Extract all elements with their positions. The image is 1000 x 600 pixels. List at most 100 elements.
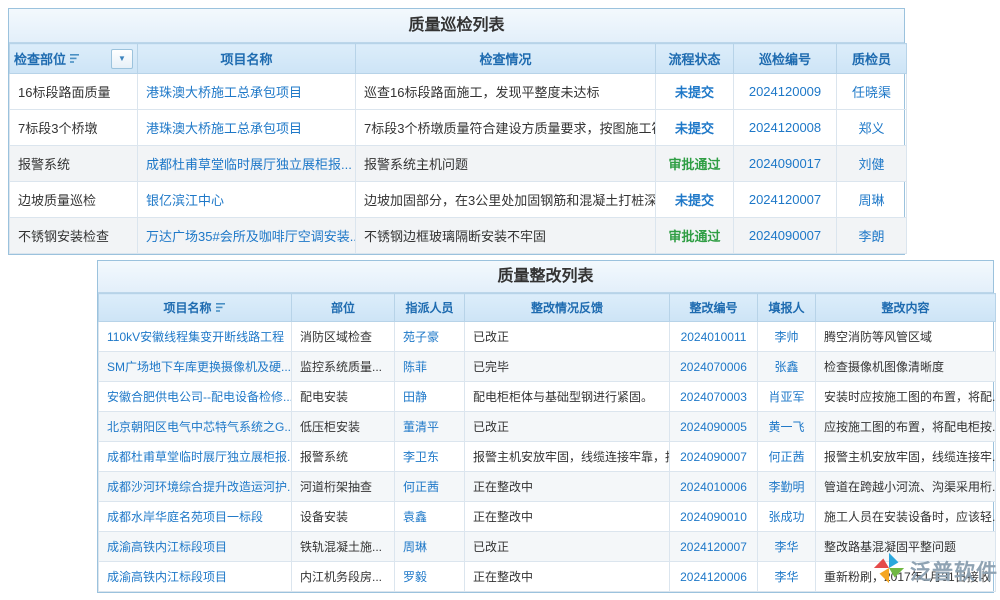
cell-feedback: 正在整改中 xyxy=(465,562,670,592)
cell-code-link[interactable]: 2024120009 xyxy=(734,74,837,110)
cell-assignee-link[interactable]: 罗毅 xyxy=(395,562,465,592)
table-row: SM广场地下车库更换摄像机及硬... 监控系统质量... 陈菲 已完毕 2024… xyxy=(99,352,996,382)
cell-reporter-link[interactable]: 李帅 xyxy=(758,322,816,352)
caret-down-icon: ▼ xyxy=(118,54,126,63)
col-header-check-part[interactable]: 检查部位 ▼ xyxy=(10,44,138,74)
cell-project-link[interactable]: 北京朝阳区电气中芯特气系统之G... xyxy=(99,412,292,442)
cell-part: 报警系统 xyxy=(10,146,138,182)
cell-code-link[interactable]: 2024090005 xyxy=(670,412,758,442)
cell-code-link[interactable]: 2024090017 xyxy=(734,146,837,182)
cell-code-link[interactable]: 2024010011 xyxy=(670,322,758,352)
table-row: 成都沙河环境综合提升改造运河护... 河道桁架抽查 何正茜 正在整改中 2024… xyxy=(99,472,996,502)
cell-content: 应按施工图的布置，将配电柜按... xyxy=(816,412,996,442)
cell-part: 河道桁架抽查 xyxy=(292,472,395,502)
cell-reporter-link[interactable]: 黄一飞 xyxy=(758,412,816,442)
col-header-detail[interactable]: 检查情况 xyxy=(356,44,656,74)
cell-reporter-link[interactable]: 张成功 xyxy=(758,502,816,532)
cell-assignee-link[interactable]: 田静 xyxy=(395,382,465,412)
cell-assignee-link[interactable]: 周琳 xyxy=(395,532,465,562)
cell-part: 监控系统质量... xyxy=(292,352,395,382)
cell-code-link[interactable]: 2024120008 xyxy=(734,110,837,146)
rectification-table: 项目名称 部位 指派人员 整改情况反馈 整改编号 填报人 整改内容 110kV安… xyxy=(98,293,996,592)
cell-project-link[interactable]: 安徽合肥供电公司--配电设备检修... xyxy=(99,382,292,412)
col-header-code[interactable]: 巡检编号 xyxy=(734,44,837,74)
cell-assignee-link[interactable]: 陈菲 xyxy=(395,352,465,382)
col-header-check-part-label: 检查部位 xyxy=(14,49,66,68)
cell-feedback: 已改正 xyxy=(465,322,670,352)
cell-code-link[interactable]: 2024090007 xyxy=(734,218,837,254)
col-header-reporter[interactable]: 填报人 xyxy=(758,294,816,322)
cell-code-link[interactable]: 2024070003 xyxy=(670,382,758,412)
cell-project-link[interactable]: 港珠澳大桥施工总承包项目 xyxy=(138,74,356,110)
cell-detail: 报警系统主机问题 xyxy=(356,146,656,182)
cell-code-link[interactable]: 2024090010 xyxy=(670,502,758,532)
cell-code-link[interactable]: 2024010006 xyxy=(670,472,758,502)
cell-project-link[interactable]: 万达广场35#会所及咖啡厅空调安装... xyxy=(138,218,356,254)
inspection-title: 质量巡检列表 xyxy=(9,9,904,43)
status-badge: 未提交 xyxy=(656,74,734,110)
col-header-project[interactable]: 项目名称 xyxy=(138,44,356,74)
cell-detail: 不锈钢边框玻璃隔断安装不牢固 xyxy=(356,218,656,254)
table-row: 成都水岸华庭名苑项目一标段 设备安装 袁鑫 正在整改中 2024090010 张… xyxy=(99,502,996,532)
cell-assignee-link[interactable]: 苑子豪 xyxy=(395,322,465,352)
cell-content: 施工人员在安装设备时，应该轻... xyxy=(816,502,996,532)
cell-code-link[interactable]: 2024120007 xyxy=(734,182,837,218)
cell-feedback: 已改正 xyxy=(465,532,670,562)
cell-part: 铁轨混凝土施... xyxy=(292,532,395,562)
cell-reporter-link[interactable]: 李勤明 xyxy=(758,472,816,502)
cell-project-link[interactable]: 成都杜甫草堂临时展厅独立展柜报... xyxy=(99,442,292,472)
brand-watermark: 泛普软件 xyxy=(872,551,998,590)
cell-reporter-link[interactable]: 李华 xyxy=(758,532,816,562)
cell-project-link[interactable]: 110kV安徽线程集变开断线路工程 xyxy=(99,322,292,352)
col-header-feedback[interactable]: 整改情况反馈 xyxy=(465,294,670,322)
status-badge: 未提交 xyxy=(656,182,734,218)
sort-icon[interactable] xyxy=(216,302,227,313)
filter-dropdown-button[interactable]: ▼ xyxy=(111,49,133,69)
cell-inspector-link[interactable]: 李朗 xyxy=(837,218,907,254)
table-row: 成渝高铁内江标段项目 内江机务段房... 罗毅 正在整改中 2024120006… xyxy=(99,562,996,592)
cell-content: 报警主机安放牢固，线缆连接牢... xyxy=(816,442,996,472)
sort-icon[interactable] xyxy=(70,53,81,64)
cell-reporter-link[interactable]: 张鑫 xyxy=(758,352,816,382)
cell-code-link[interactable]: 2024120006 xyxy=(670,562,758,592)
cell-project-link[interactable]: 成渝高铁内江标段项目 xyxy=(99,562,292,592)
col-header-status[interactable]: 流程状态 xyxy=(656,44,734,74)
cell-detail: 边坡加固部分，在3公里处加固钢筋和混凝土打桩深... xyxy=(356,182,656,218)
cell-part: 配电安装 xyxy=(292,382,395,412)
rectification-header-row: 项目名称 部位 指派人员 整改情况反馈 整改编号 填报人 整改内容 xyxy=(99,294,996,322)
cell-inspector-link[interactable]: 郑义 xyxy=(837,110,907,146)
cell-code-link[interactable]: 2024070006 xyxy=(670,352,758,382)
cell-part: 内江机务段房... xyxy=(292,562,395,592)
cell-part: 不锈钢安装检查 xyxy=(10,218,138,254)
cell-code-link[interactable]: 2024090007 xyxy=(670,442,758,472)
cell-part: 消防区域检查 xyxy=(292,322,395,352)
col-header-code[interactable]: 整改编号 xyxy=(670,294,758,322)
col-header-project[interactable]: 项目名称 xyxy=(99,294,292,322)
cell-reporter-link[interactable]: 何正茜 xyxy=(758,442,816,472)
col-header-part[interactable]: 部位 xyxy=(292,294,395,322)
cell-code-link[interactable]: 2024120007 xyxy=(670,532,758,562)
cell-project-link[interactable]: 成都杜甫草堂临时展厅独立展柜报... xyxy=(138,146,356,182)
cell-project-link[interactable]: 成都水岸华庭名苑项目一标段 xyxy=(99,502,292,532)
cell-project-link[interactable]: 成都沙河环境综合提升改造运河护... xyxy=(99,472,292,502)
cell-inspector-link[interactable]: 任晓渠 xyxy=(837,74,907,110)
cell-project-link[interactable]: 银亿滨江中心 xyxy=(138,182,356,218)
cell-inspector-link[interactable]: 刘健 xyxy=(837,146,907,182)
cell-detail: 7标段3个桥墩质量符合建设方质量要求，按图施工符... xyxy=(356,110,656,146)
col-header-inspector[interactable]: 质检员 xyxy=(837,44,907,74)
table-row: 报警系统 成都杜甫草堂临时展厅独立展柜报... 报警系统主机问题 审批通过 20… xyxy=(10,146,907,182)
cell-assignee-link[interactable]: 袁鑫 xyxy=(395,502,465,532)
cell-reporter-link[interactable]: 肖亚军 xyxy=(758,382,816,412)
cell-project-link[interactable]: SM广场地下车库更换摄像机及硬... xyxy=(99,352,292,382)
cell-project-link[interactable]: 港珠澳大桥施工总承包项目 xyxy=(138,110,356,146)
cell-assignee-link[interactable]: 董清平 xyxy=(395,412,465,442)
cell-part: 7标段3个桥墩 xyxy=(10,110,138,146)
cell-inspector-link[interactable]: 周琳 xyxy=(837,182,907,218)
cell-assignee-link[interactable]: 何正茜 xyxy=(395,472,465,502)
cell-part: 16标段路面质量 xyxy=(10,74,138,110)
col-header-content[interactable]: 整改内容 xyxy=(816,294,996,322)
cell-project-link[interactable]: 成渝高铁内江标段项目 xyxy=(99,532,292,562)
col-header-assignee[interactable]: 指派人员 xyxy=(395,294,465,322)
cell-assignee-link[interactable]: 李卫东 xyxy=(395,442,465,472)
cell-reporter-link[interactable]: 李华 xyxy=(758,562,816,592)
